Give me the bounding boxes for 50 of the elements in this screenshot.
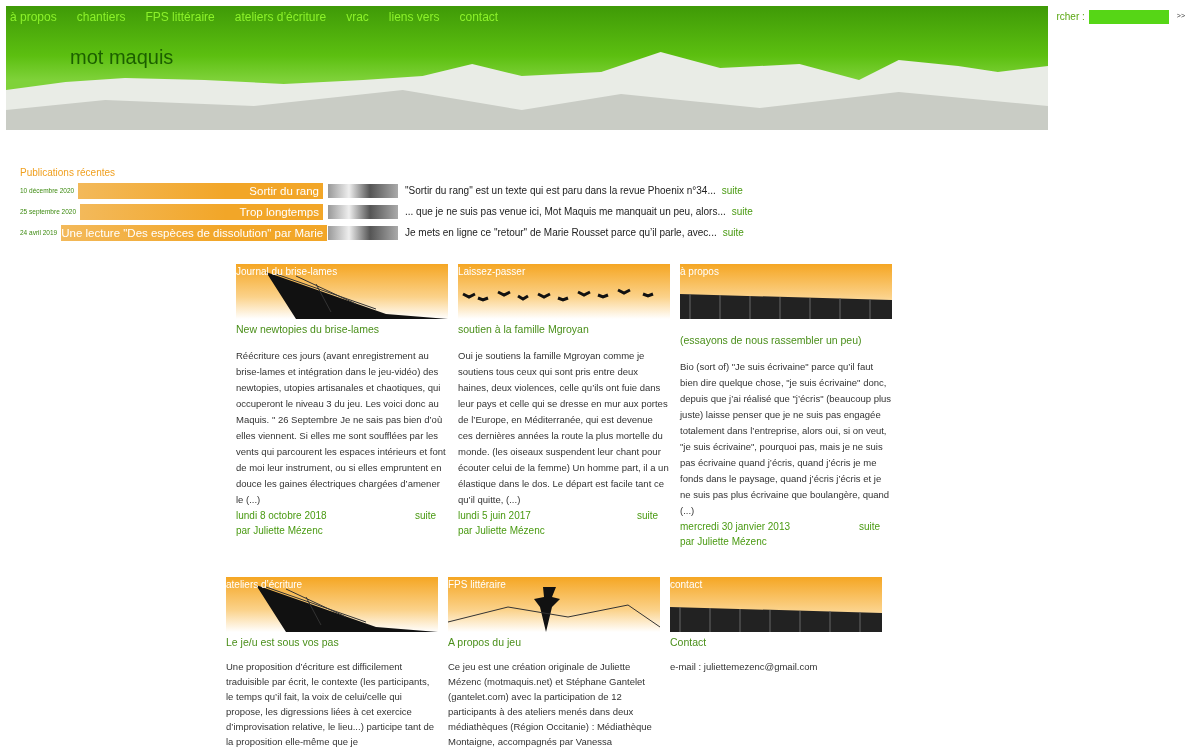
article-title[interactable]: Contact <box>670 634 882 651</box>
read-more-link[interactable]: suite <box>636 507 658 523</box>
photo-placeholder <box>328 204 398 219</box>
article-date: mercredi 30 janvier 2013 <box>680 519 791 534</box>
section-label: ateliers d’écriture <box>226 577 303 592</box>
article-title[interactable]: A propos du jeu <box>448 634 660 651</box>
article-excerpt: ... que je ne suis pas venue ici, Mot Maquis me manquait un peu, alors... <box>405 205 726 219</box>
nav-link[interactable]: vrac <box>346 8 369 26</box>
article-title[interactable]: New newtopies du brise-lames <box>236 322 448 338</box>
article-title[interactable]: (essayons de nous rassembler un peu) <box>680 333 892 349</box>
article-author: par Juliette Mézenc <box>236 523 324 538</box>
section-label: Journal du brise-lames <box>236 265 338 279</box>
article-author: par Juliette Mézenc <box>458 523 546 538</box>
section-label: FPS littéraire <box>448 577 506 592</box>
section-label: à propos <box>680 265 719 279</box>
nav-link[interactable]: FPS littéraire <box>145 8 215 26</box>
nav-link[interactable]: ateliers d’écriture <box>234 8 327 26</box>
read-more-link[interactable]: suite <box>731 204 753 219</box>
article-link[interactable]: Trop longtemps <box>80 203 323 220</box>
photo-placeholder <box>328 225 398 240</box>
nav-link[interactable]: chantiers <box>76 8 126 26</box>
article-text: Réécriture ces jours (avant enregistrement au brise-lames et intégration dans le jeu-vidéo) des newtopies, utopies artisanales et chaotiques, qui occuperont le niveau 3 du jeu. Les voici donc au Maquis. " 26 Septembre Je ne sais pas bien d’où elles viennent. Si elles me sont soufflées par les vents qui parcourent les espaces intérieurs et font de moi leur instrument, ou si elles empruntent en douce les gaines électriques chargées d’amener le (...) <box>236 348 447 507</box>
article-text: Ce jeu est une création originale de Juliette Mézenc (motmaquis.net) et Stéphane Gantelet (gantelet.com) avec la participation de 12 participants à des ateliers menés dans deux médiathèques (Région Occitanie) : Médiathèque Montaigne, accompagnés par Vanessa <box>448 659 653 749</box>
article-text: Bio (sort of) "Je suis écrivaine" parce qu’il faut bien dire quelque chose, "je suis écrivaine" donc, depuis que j’ai réalisé que "j’écris" (beaucoup plus juste) laisse penser que je ne suis pas engagée totalement dans l’entreprise, alors oui, si on veut, "je suis écrivaine", pourquoi pas, mais je ne suis pas écrivaine quand j’écris, quand j’écris je me fonds dans le paysage, quand j’écris j’écris et je ne suis pas plus écrivaine que boulangère, quand (...) <box>680 359 892 518</box>
article-text: e-mail : juliettemezenc@gmail.com <box>670 659 819 674</box>
read-more-link[interactable]: suite <box>414 507 436 523</box>
article-title[interactable]: soutien à la famille Mgroyan <box>458 322 670 338</box>
article-title[interactable]: Le je/u est sous vos pas <box>226 634 438 651</box>
article-text: Oui je soutiens la famille Mgroyan comme je soutiens tous ceux qui sont pris entre deux haines, deux violences, celle qu’ils ont fuie dans leur pays et celle qui se dresse en mur aux portes de l’Europe, en Méditerranée, qui est devenue ces dernières années la route la plus mortelle du monde. (les oiseaux suspendent leur chant pour écouter celui de la femme) Un homme part, il a un élastique dans le dos. Le départ est facile tant ce qu’il quitte, (...) <box>458 348 670 507</box>
article-link[interactable]: Une lecture "Des espèces de dissolution" par Marie <box>61 224 328 241</box>
article-excerpt: Je mets en ligne ce "retour" de Marie Rousset parce qu’il parle, avec... <box>405 226 717 240</box>
search-field[interactable] <box>1088 9 1169 24</box>
article-link[interactable]: Sortir du rang <box>78 182 323 199</box>
read-more-link[interactable]: suite <box>722 225 744 240</box>
article-date: lundi 8 octobre 2018 <box>236 508 327 523</box>
read-more-link[interactable]: suite <box>858 518 880 534</box>
section-label: contact <box>670 577 703 592</box>
site-title: mot maquis <box>70 45 174 70</box>
photo-placeholder <box>328 183 398 198</box>
article-excerpt: "Sortir du rang" est un texte qui est paru dans la revue Phoenix n°34... <box>405 184 716 198</box>
nav-link[interactable]: à propos <box>10 8 57 26</box>
search-label: rcher : <box>1056 10 1085 24</box>
section-label: Laissez-passer <box>458 265 526 279</box>
read-more-link[interactable]: suite <box>721 183 743 198</box>
article-text: Une proposition d’écriture est difficilement traduisible par écrit, le contexte (les participants, le temps qu’il fait, la voix de celui/celle qui propose, les digressions liées à cet exercice d’improvisation relative, le lieu...) participe tant de la proposition elle-même que je <box>226 659 436 749</box>
article-author: par Juliette Mézenc <box>680 534 768 549</box>
nav-link[interactable]: contact <box>459 8 499 26</box>
section-heading: Publications récentes <box>20 166 117 180</box>
article-date: lundi 5 juin 2017 <box>458 508 531 523</box>
nav-link[interactable]: liens vers <box>388 8 440 26</box>
